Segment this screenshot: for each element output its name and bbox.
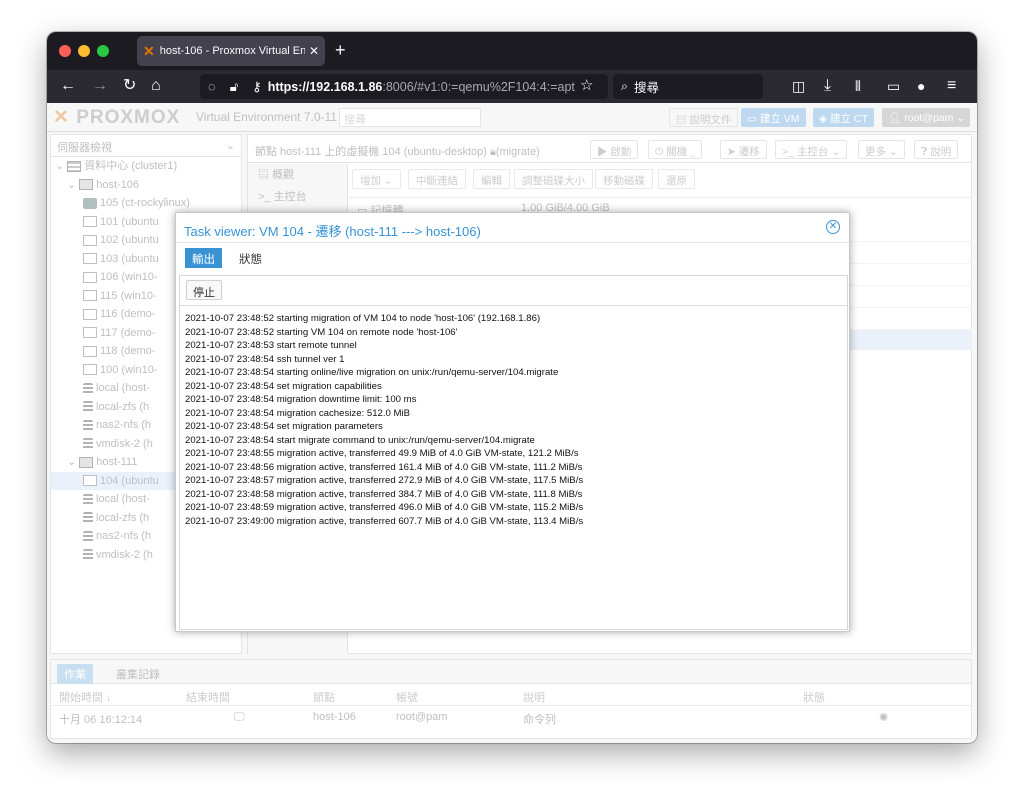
account-icon[interactable]: ● (917, 76, 925, 96)
url-path: :8006/#v1:0:=qemu%2F104:4:=apt (382, 79, 575, 94)
back-icon[interactable]: ← (60, 76, 76, 96)
shield-icon[interactable]: ◌ (208, 79, 216, 94)
reload-icon[interactable]: ↻ (123, 76, 136, 96)
insecure-lock-icon[interactable]: 🔓︎ (230, 79, 238, 95)
dialog-title: Task viewer: VM 104 - 遷移 (host-111 ---> … (184, 224, 481, 239)
log-line: 2021-10-07 23:48:54 starting online/live… (185, 367, 559, 378)
log-line: 2021-10-07 23:48:55 migration active, tr… (185, 448, 579, 459)
browser-nav-bar: ← → ↻ ⌂ ◌ 🔓︎ ⚷ https://192.168.1.86 :800… (47, 70, 977, 103)
forward-icon[interactable]: → (92, 76, 108, 96)
zoom-window-button[interactable] (97, 45, 109, 57)
browser-tab-bar: ✕ host-106 - Proxmox Virtual Envir ✕ + (47, 32, 977, 70)
minimize-window-button[interactable] (78, 45, 90, 57)
dialog-header: Task viewer: VM 104 - 遷移 (host-111 ---> … (176, 213, 849, 243)
download-icon[interactable]: ⤓ (824, 76, 831, 96)
dialog-toolbar: 停止 (180, 276, 847, 306)
search-icon: ⌕ (621, 79, 629, 93)
pocket-icon[interactable]: ◫ (792, 76, 805, 96)
log-line: 2021-10-07 23:48:53 start remote tunnel (185, 340, 357, 351)
log-line: 2021-10-07 23:48:54 set migration capabi… (185, 380, 382, 392)
log-line: 2021-10-07 23:48:52 starting VM 104 on r… (185, 326, 458, 338)
log-line: 2021-10-07 23:48:54 start migrate comman… (185, 434, 535, 446)
log-line: 2021-10-07 23:48:59 migration active, tr… (185, 502, 584, 513)
bookmark-star-icon[interactable]: ☆ (580, 76, 593, 96)
browser-search-input[interactable]: ⌕ 搜尋 (613, 74, 763, 99)
url-host: https://192.168.1.86 (267, 79, 383, 94)
tab-output[interactable]: 輸出 (185, 248, 222, 268)
log-line: 2021-10-07 23:49:00 migration active, tr… (185, 515, 584, 527)
tab-status[interactable]: 狀態 (232, 248, 269, 268)
new-tab-button[interactable]: + (335, 40, 346, 61)
sidebar-toggle-icon[interactable]: ▭ (887, 76, 900, 96)
log-line: 2021-10-07 23:48:54 set migration parame… (185, 421, 383, 432)
log-line: 2021-10-07 23:48:54 ssh tunnel ver 1 (185, 353, 345, 365)
dialog-body: 停止 2021-10-07 23:48:52 starting migratio… (179, 275, 848, 630)
browser-tab[interactable]: ✕ host-106 - Proxmox Virtual Envir ✕ (137, 36, 325, 66)
stop-button[interactable]: 停止 (186, 280, 222, 300)
browser-window: ✕ host-106 - Proxmox Virtual Envir ✕ + ←… (47, 32, 977, 743)
close-tab-icon[interactable]: ✕ (309, 44, 319, 58)
log-line: 2021-10-07 23:48:54 migration cachesize:… (185, 407, 411, 419)
url-bar[interactable]: ◌ 🔓︎ ⚷ https://192.168.1.86 :8006/#v1:0:… (200, 74, 608, 99)
log-line: 2021-10-07 23:48:56 migration active, tr… (185, 461, 583, 473)
menu-icon[interactable]: ≡ (947, 76, 956, 96)
close-window-button[interactable] (59, 45, 71, 57)
library-icon[interactable]: ⫴ (855, 76, 861, 96)
proxmox-favicon-icon: ✕ (143, 42, 155, 59)
browser-search-placeholder: 搜尋 (634, 81, 660, 95)
log-line: 2021-10-07 23:48:57 migration active, tr… (185, 475, 584, 486)
tab-title: host-106 - Proxmox Virtual Envir (159, 45, 305, 57)
log-line: 2021-10-07 23:48:54 migration downtime l… (185, 394, 417, 405)
home-icon[interactable]: ⌂ (151, 76, 161, 96)
task-viewer-dialog: Task viewer: VM 104 - 遷移 (host-111 ---> … (175, 212, 850, 632)
task-log-output: 2021-10-07 23:48:52 starting migration o… (180, 306, 847, 528)
close-icon[interactable]: ✕ (826, 220, 840, 234)
log-line: 2021-10-07 23:48:52 starting migration o… (185, 313, 541, 324)
dialog-tabs: 輸出 狀態 (176, 243, 849, 273)
log-line: 2021-10-07 23:48:58 migration active, tr… (185, 488, 583, 500)
key-icon[interactable]: ⚷ (252, 79, 262, 95)
